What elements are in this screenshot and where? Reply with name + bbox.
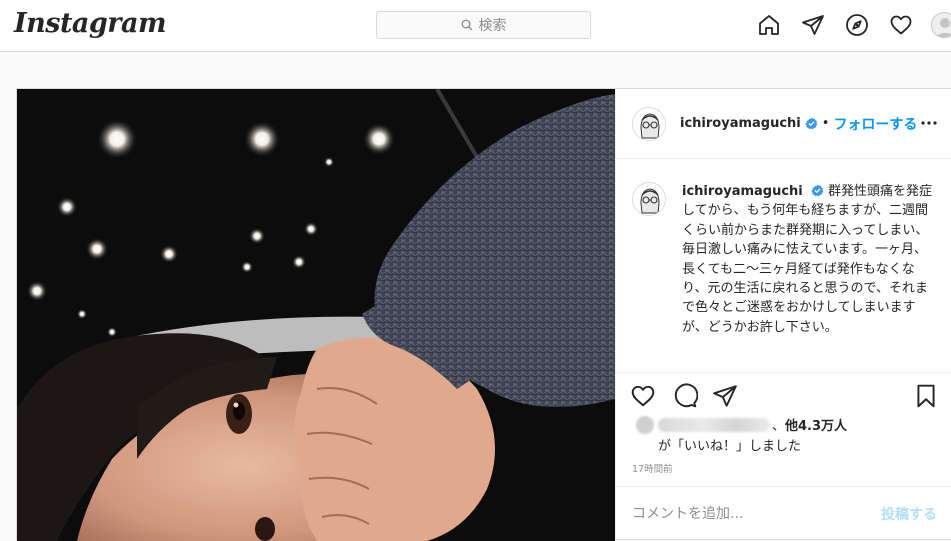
action-bar xyxy=(616,372,951,418)
post-comment-button[interactable]: 投稿する xyxy=(881,504,937,524)
liker-avatar[interactable] xyxy=(636,416,654,434)
comment-bar: 投稿する xyxy=(616,486,951,541)
likes-summary: 、他4.3万人 が「いいね！」しました xyxy=(636,416,936,457)
caption-author-avatar[interactable] xyxy=(632,182,666,216)
caption-username[interactable]: ichiroyamaguchi xyxy=(682,184,803,199)
post-header: ichiroyamaguchi • フォローする xyxy=(616,89,951,159)
share-icon[interactable] xyxy=(712,383,738,409)
post-sidebar: ichiroyamaguchi • フォローする ichiroyamaguchi… xyxy=(615,89,951,541)
search-placeholder: 検索 xyxy=(478,18,507,34)
follow-button[interactable]: フォローする xyxy=(833,114,917,134)
explore-icon[interactable] xyxy=(843,11,871,39)
instagram-logo[interactable]: Instagram xyxy=(14,8,167,39)
caption-text: ichiroyamaguchi 群発性頭痛を発症してから、もう何年も経ちますが、… xyxy=(682,182,937,337)
post-timestamp[interactable]: 17時間前 xyxy=(632,461,673,475)
photo-illustration xyxy=(17,89,615,541)
separator-dot: • xyxy=(821,116,830,131)
home-icon[interactable] xyxy=(755,11,783,39)
caption-verified-badge-icon xyxy=(811,184,824,197)
post-card: ichiroyamaguchi • フォローする ichiroyamaguchi… xyxy=(16,88,951,541)
caption-body: 群発性頭痛を発症してから、もう何年も経ちますが、二週間くらい前からまた群発期に入… xyxy=(682,184,933,335)
verified-badge-icon xyxy=(805,117,818,130)
author-username[interactable]: ichiroyamaguchi xyxy=(680,116,801,131)
comment-icon[interactable] xyxy=(672,383,698,409)
likes-suffix: が「いいね！」しました xyxy=(658,439,802,454)
liker-name-blurred[interactable] xyxy=(658,418,770,432)
caption-section: ichiroyamaguchi 群発性頭痛を発症してから、もう何年も経ちますが、… xyxy=(616,160,951,371)
more-options-icon[interactable] xyxy=(919,115,939,131)
author-avatar[interactable] xyxy=(632,106,666,141)
profile-avatar[interactable] xyxy=(931,12,951,38)
like-icon[interactable] xyxy=(630,383,656,409)
search-box[interactable]: 検索 xyxy=(376,11,591,39)
likes-prefix: 、 xyxy=(772,419,786,434)
direct-icon[interactable] xyxy=(799,11,827,39)
comment-input[interactable] xyxy=(632,506,881,522)
activity-icon[interactable] xyxy=(887,11,915,39)
post-photo[interactable] xyxy=(17,89,615,541)
likes-others-link[interactable]: 他4.3万人 xyxy=(785,419,847,434)
top-navigation: Instagram 検索 xyxy=(0,0,951,52)
search-icon xyxy=(461,19,472,31)
save-icon[interactable] xyxy=(913,383,939,409)
